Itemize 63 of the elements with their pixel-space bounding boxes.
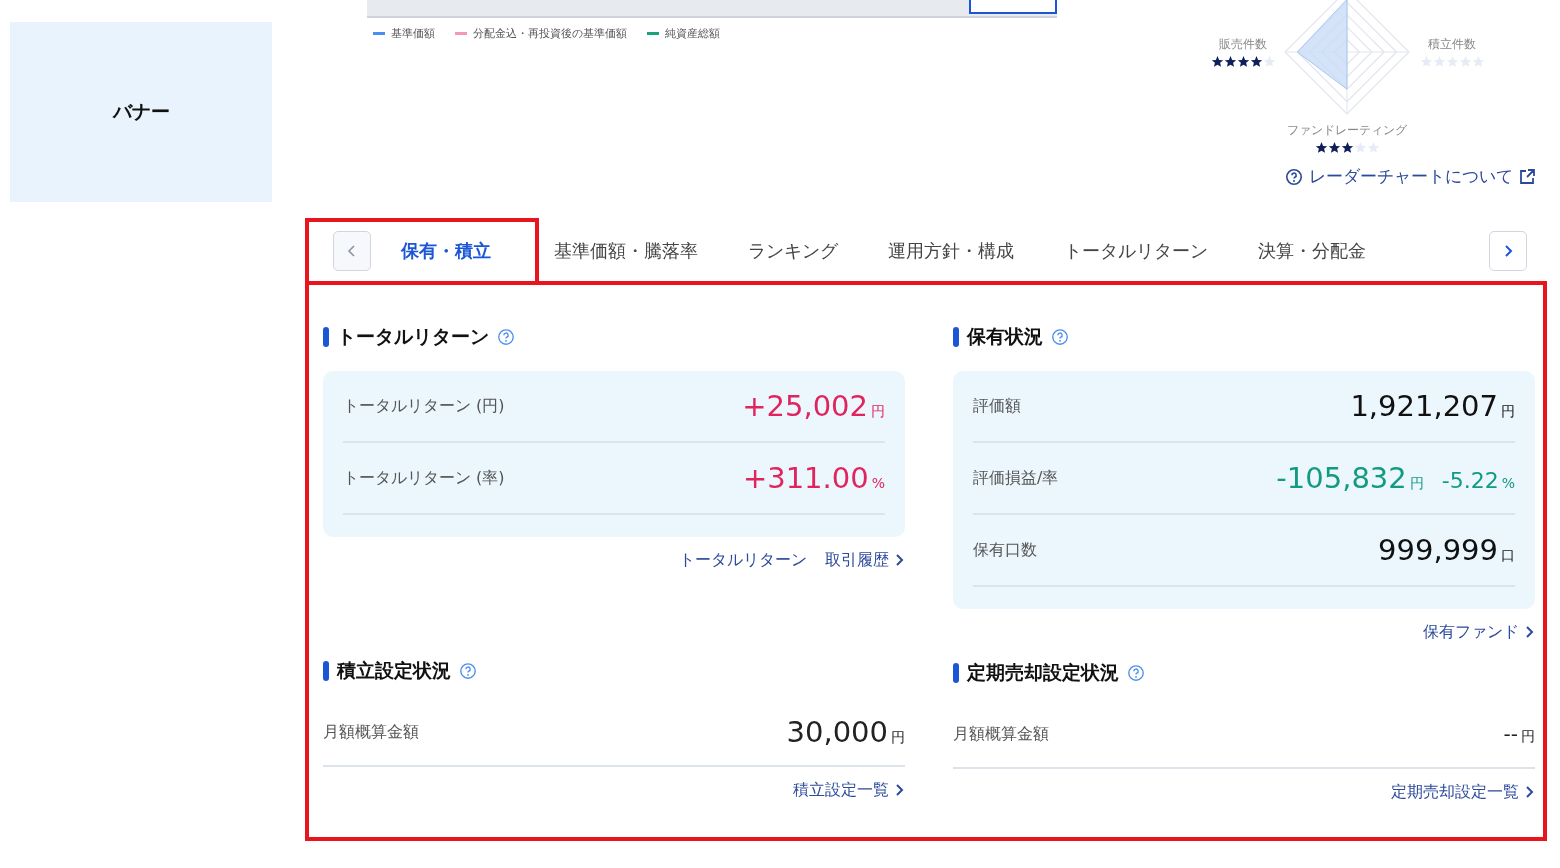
filled-star-icon xyxy=(1223,55,1237,68)
chevron-right-icon xyxy=(1502,244,1514,258)
chart-scrollbar[interactable] xyxy=(367,0,1057,18)
tab[interactable]: 基準価額・騰落率 xyxy=(529,231,723,271)
tab[interactable]: 運用方針・構成 xyxy=(863,231,1039,271)
heading-marker xyxy=(323,661,329,681)
row-label: 月額概算金額 xyxy=(953,723,1049,745)
help-icon[interactable] xyxy=(1051,328,1069,346)
filled-star-icon xyxy=(1236,55,1250,68)
value: +311.00% xyxy=(742,461,885,495)
filled-star-icon xyxy=(1340,141,1354,154)
tab[interactable]: トータルリターン xyxy=(1039,231,1233,271)
value: +25,002 円 xyxy=(742,389,885,423)
link[interactable]: 定期売却設定一覧 xyxy=(1391,781,1535,803)
value: --円 xyxy=(1503,722,1535,746)
value: 30,000 円 xyxy=(786,715,905,749)
row-label: 保有口数 xyxy=(973,539,1037,561)
axis-label: 積立件数 xyxy=(1428,36,1476,53)
help-icon xyxy=(1285,167,1303,186)
row-label: 評価額 xyxy=(973,395,1021,417)
link[interactable]: 取引履歴 xyxy=(825,549,905,571)
legend-label: 純資産総額 xyxy=(665,26,720,41)
row-label: トータルリターン (率) xyxy=(343,467,505,489)
row-label: 月額概算金額 xyxy=(323,721,419,743)
tab[interactable]: 決算・分配金 xyxy=(1233,231,1391,271)
value: 1,921,207 円 xyxy=(1350,389,1515,423)
section-title: トータルリターン xyxy=(337,324,489,349)
section-title: 定期売却設定状況 xyxy=(967,660,1119,685)
axis-label: 販売件数 xyxy=(1219,36,1267,53)
help-icon[interactable] xyxy=(497,328,515,346)
value: 999,999 口 xyxy=(1378,533,1515,567)
link[interactable]: 積立設定一覧 xyxy=(793,779,905,801)
link[interactable]: トータルリターン xyxy=(679,549,807,571)
filled-star-icon xyxy=(1249,55,1263,68)
chevron-right-icon xyxy=(1525,785,1535,799)
heading-marker xyxy=(953,327,959,347)
filled-star-icon xyxy=(1210,55,1224,68)
heading-marker xyxy=(323,327,329,347)
radar-chart-link[interactable]: レーダーチャートについて xyxy=(1285,165,1535,188)
value: -105,832 円 xyxy=(1276,461,1424,495)
filled-star-icon xyxy=(1327,141,1341,154)
help-icon[interactable] xyxy=(459,662,477,680)
heading-marker xyxy=(953,663,959,683)
axis-label: ファンドレーティング xyxy=(1287,122,1407,139)
tab[interactable]: 保有・積立 xyxy=(371,231,529,271)
chevron-right-icon xyxy=(895,553,905,567)
next-tab-button[interactable] xyxy=(1489,231,1527,271)
link[interactable]: 保有ファンド xyxy=(1423,621,1535,643)
row-label: トータルリターン (円) xyxy=(343,395,505,417)
value: -5.22% xyxy=(1441,468,1515,493)
chevron-left-icon xyxy=(346,244,358,258)
help-icon[interactable] xyxy=(1127,664,1145,682)
external-link-icon xyxy=(1519,168,1535,185)
section-title: 積立設定状況 xyxy=(337,658,451,683)
legend-label: 基準価額 xyxy=(391,26,435,41)
banner[interactable]: バナー xyxy=(10,22,272,202)
row-label: 評価損益/率 xyxy=(973,467,1059,489)
legend-label: 分配金込・再投資後の基準価額 xyxy=(473,26,627,41)
tab[interactable]: ランキング xyxy=(723,231,863,271)
chevron-right-icon xyxy=(1525,625,1535,639)
filled-star-icon xyxy=(1314,141,1328,154)
chevron-right-icon xyxy=(895,783,905,797)
section-title: 保有状況 xyxy=(967,324,1043,349)
